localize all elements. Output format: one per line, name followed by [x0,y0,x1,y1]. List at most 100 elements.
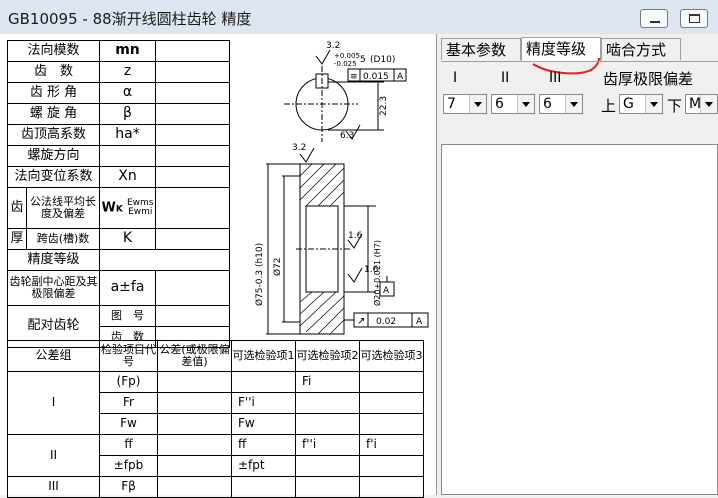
tol-value [157,392,232,414]
param-value [155,103,230,125]
table-row: III Fβ [7,476,424,498]
tooth-thickness-cell: 齿 公法线平均长度及偏差 [7,187,100,229]
param-value [155,40,230,62]
option-2 [295,455,360,477]
wk-sub: K [115,204,123,215]
chevron-down-icon[interactable] [517,95,534,113]
grade-2-value: 6 [495,96,504,112]
param-label: 齿 数 [7,61,100,83]
table-row: 法向模数 mn [7,40,230,62]
param-symbol: mn [99,40,156,62]
col-header: 检验项目代号 [99,340,158,372]
col-header: 可选检验项1 [231,340,296,372]
chevron-down-icon[interactable] [565,95,582,113]
wk-ewi: Ewmi [128,207,153,217]
span-label: 跨齿(槽)数 [36,231,90,245]
dim-tip-diameter: Ø75-0.3 (h10) [254,243,265,306]
param-value [155,270,230,306]
group-name: III [7,476,100,498]
option-3 [359,455,424,477]
table-row: 齿 公法线平均长度及偏差 WK Ewms Ewmi [7,187,230,229]
option-1: F''i [231,392,296,414]
grade-1-select[interactable]: 7 [443,94,487,114]
option-1: ±fpt [231,455,296,477]
option-2: Fi [295,371,360,393]
col-header: 可选检验项3 [359,340,424,372]
minimize-button[interactable] [640,9,668,28]
upper-deviation-select[interactable]: G [619,94,663,114]
param-label: 螺 旋 角 [7,103,100,125]
option-1: ff [231,434,296,456]
center-distance-symbol: a±fa [99,270,156,306]
tol-value [157,455,232,477]
symmetry-icon: ≡ [350,72,358,82]
tab-basic-params[interactable]: 基本参数 [441,38,521,60]
param-value [155,305,230,327]
table-row: 齿 数z [7,61,230,83]
param-label: 齿顶高系数 [7,124,100,146]
tooth-label: 厚 [8,229,27,249]
option-1: Fw [231,413,296,435]
grade-3-value: 6 [543,96,552,112]
roughness-5: 1.6 [364,265,379,275]
grade-2-select[interactable]: 6 [491,94,535,114]
table-row: 精度等级 [7,249,230,271]
grade-3-select[interactable]: 6 [539,94,583,114]
chevron-down-icon[interactable] [469,95,486,113]
col-header: 可选检验项2 [295,340,360,372]
settings-pane: 基本参数 精度等级 啮合方式 I II III 齿厚极限偏差 7 6 6 上 G… [437,34,718,495]
chevron-down-icon[interactable] [700,95,717,113]
param-symbol: z [99,61,156,83]
param-label: 齿 形 角 [7,82,100,104]
option-1 [231,476,296,498]
chevron-down-icon[interactable] [645,95,662,113]
table-row: 配对齿轮图 号 [7,305,230,348]
symmetry-datum: A [397,72,404,82]
table-header-row: 公差组 检验项目代号 公差(或极限偏差值) 可选检验项1 可选检验项2 可选检验… [7,340,424,372]
option-3: f'i [359,434,424,456]
param-value [155,166,230,188]
tol-value [157,413,232,435]
runout-tol: 0.02 [376,317,396,327]
col-header: 公差组 [7,340,100,372]
accuracy-panel: I II III 齿厚极限偏差 7 6 6 上 G 下 M [441,61,718,142]
option-1 [231,371,296,393]
window-title: GB10095 - 88渐开线圆柱齿轮 精度 [8,10,252,28]
tab-mesh-type[interactable]: 啮合方式 [601,38,681,60]
table-row: 螺 旋 角β [7,103,230,125]
param-symbol: Xn [99,166,156,188]
keyway-fit: (D10) [370,55,395,65]
table-row: II ff ff f''i f'i [7,434,424,477]
table-row: I (Fp) Fi [7,371,424,435]
param-value [155,228,230,250]
maximize-button[interactable] [680,9,708,28]
option-3 [359,413,424,435]
option-2 [295,413,360,435]
roughness-4: 1.6 [348,231,363,241]
item-code: ff [99,434,158,456]
param-value [155,187,230,229]
thickness-deviation-label: 齿厚极限偏差 [603,70,694,88]
param-value [155,82,230,104]
param-value [99,249,230,271]
tol-upper: +0.005 [334,52,360,60]
param-label: 螺旋方向 [7,145,100,167]
table-row: 齿轮副中心距及其极限偏差 a±fa [7,270,230,306]
lower-deviation-select[interactable]: M [685,94,718,114]
param-symbol: ha* [99,124,156,146]
grade-label-2: II [501,70,510,86]
drawing-no-label: 图 号 [99,305,156,327]
param-value [155,145,230,167]
roughness-icon [315,49,331,65]
runout-datum: A [416,317,423,327]
wk-symbol: W [101,200,116,216]
minimize-icon [650,21,660,23]
result-list[interactable] [441,144,718,495]
gear-drawing: 3.2 +0.005 -0.025 5 (D10) ≡ 0.015 A 6.3 … [254,41,429,335]
upper-label: 上 [601,97,617,115]
item-code: ±fpb [99,455,158,477]
param-label: 法向变位系数 [7,166,100,188]
upper-deviation-value: G [623,96,634,112]
option-2 [295,392,360,414]
table-row: 齿 形 角α [7,82,230,104]
